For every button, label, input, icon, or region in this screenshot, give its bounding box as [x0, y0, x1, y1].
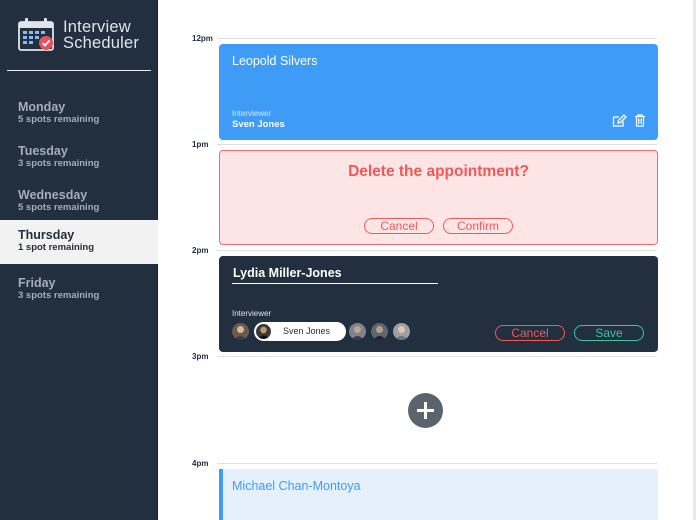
time-label: 4pm — [192, 459, 209, 468]
selected-interviewer-name: Sven Jones — [283, 326, 331, 336]
day-name: Wednesday — [18, 188, 88, 202]
time-label: 2pm — [192, 246, 209, 255]
interviewer-avatar[interactable] — [349, 323, 366, 340]
brand-title-line2: Scheduler — [63, 34, 140, 52]
day-name: Monday — [18, 100, 66, 114]
time-label: 3pm — [192, 352, 209, 361]
day-item-monday[interactable]: Monday 5 spots remaining — [0, 92, 158, 136]
interview-scheduler-app: Interview Scheduler Monday 5 spots remain… — [0, 0, 696, 520]
day-item-tuesday[interactable]: Tuesday 3 spots remaining — [0, 136, 158, 180]
interviewer-avatar — [256, 324, 271, 339]
time-separator — [217, 250, 657, 251]
save-button[interactable]: Save — [574, 325, 644, 341]
appointment-card: Leopold Silvers Interviewer Sven Jones — [219, 44, 658, 140]
day-item-wednesday[interactable]: Wednesday 5 spots remaining — [0, 180, 158, 224]
day-item-thursday[interactable]: Thursday 1 spot remaining — [0, 220, 158, 264]
brand: Interview Scheduler — [18, 16, 140, 56]
time-separator — [217, 144, 657, 145]
student-name: Michael Chan-Montoya — [232, 479, 361, 493]
confirmation-message: Delete the appointment? — [348, 163, 529, 180]
interviewer-name: Sven Jones — [232, 119, 285, 130]
time-separator — [217, 38, 657, 39]
interviewer-selected[interactable]: Sven Jones — [254, 322, 346, 341]
day-spots: 3 spots remaining — [18, 158, 100, 169]
day-spots: 5 spots remaining — [18, 202, 100, 213]
day-item-friday[interactable]: Friday 3 spots remaining — [0, 268, 158, 312]
day-spots: 5 spots remaining — [18, 114, 100, 125]
day-name: Friday — [18, 276, 56, 290]
appointment-actions — [612, 114, 646, 132]
appointment-form: Interviewer Sven Jones — [219, 256, 658, 352]
day-name: Tuesday — [18, 144, 68, 158]
delete-confirmation: Delete the appointment? Cancel Confirm — [219, 150, 658, 245]
time-separator — [217, 356, 657, 357]
brand-title: Interview Scheduler — [63, 19, 140, 52]
student-name-input[interactable] — [232, 266, 438, 284]
day-name: Thursday — [18, 228, 75, 242]
confirm-delete-button[interactable]: Confirm — [443, 218, 513, 234]
cancel-button[interactable]: Cancel — [495, 325, 565, 341]
calendar-logo-icon — [18, 18, 54, 51]
day-spots: 3 spots remaining — [18, 290, 100, 301]
plus-circle-icon[interactable] — [408, 393, 443, 428]
schedule: 12pm Leopold Silvers Interviewer Sven Jo… — [159, 0, 696, 520]
interviewer-avatar[interactable] — [371, 323, 388, 340]
day-spots: 1 spot remaining — [18, 242, 95, 253]
appointment-card: Michael Chan-Montoya — [219, 469, 658, 520]
brand-divider — [7, 70, 151, 71]
interviewer-avatar[interactable] — [232, 323, 249, 340]
time-label: 1pm — [192, 140, 209, 149]
trash-icon[interactable] — [634, 114, 646, 127]
time-separator — [217, 463, 657, 464]
time-label: 12pm — [192, 34, 213, 43]
cancel-delete-button[interactable]: Cancel — [364, 218, 434, 234]
interviewer-avatar[interactable] — [393, 323, 410, 340]
interviewer-label: Interviewer — [232, 309, 272, 318]
edit-icon[interactable] — [612, 114, 627, 127]
student-name: Leopold Silvers — [232, 54, 318, 68]
sidebar: Interview Scheduler Monday 5 spots remain… — [0, 0, 158, 520]
interviewer-label: Interviewer — [232, 109, 272, 118]
